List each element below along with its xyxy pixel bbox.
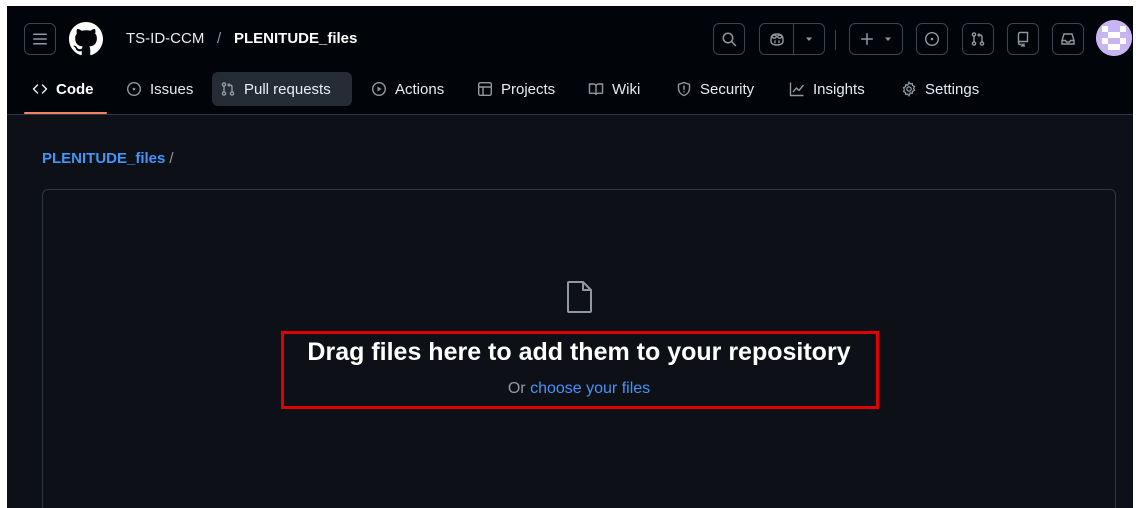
copilot-icon: [768, 31, 786, 47]
your-pull-requests-button[interactable]: [962, 23, 994, 55]
copilot-button-group: [759, 23, 825, 55]
drop-zone-subtitle: Or choose your files: [43, 380, 1115, 398]
your-issues-button[interactable]: [916, 23, 948, 55]
tab-label: Issues: [150, 80, 194, 98]
drop-zone-title: Drag files here to add them to your repo…: [307, 338, 851, 366]
menu-icon: [32, 31, 48, 47]
breadcrumb-repo-link[interactable]: PLENITUDE_files: [42, 150, 165, 167]
plus-icon: [859, 31, 875, 47]
search-icon: [721, 31, 737, 47]
create-new-button[interactable]: [849, 23, 903, 55]
repo-nav-tabs: Code Issues Pull requests Actions Projec…: [7, 70, 1133, 115]
repo-icon: [1015, 31, 1031, 47]
shield-icon: [676, 81, 692, 97]
repositories-button[interactable]: [1007, 23, 1039, 55]
tab-actions[interactable]: Actions: [363, 72, 452, 106]
tab-label: Insights: [813, 80, 865, 98]
tab-code[interactable]: Code: [24, 72, 102, 106]
tab-insights[interactable]: Insights: [781, 72, 873, 106]
code-icon: [32, 81, 48, 97]
git-pull-request-icon: [970, 31, 986, 47]
repo-name-link[interactable]: PLENITUDE_files: [234, 30, 357, 47]
inbox-icon: [1060, 31, 1076, 47]
top-bar: TS-ID-CCM / PLENITUDE_files: [7, 6, 1133, 70]
github-logo-icon[interactable]: [69, 22, 103, 56]
play-icon: [371, 81, 387, 97]
table-icon: [477, 81, 493, 97]
breadcrumb-separator: /: [169, 150, 174, 167]
book-icon: [588, 81, 604, 97]
chevron-down-icon: [804, 34, 814, 44]
tab-label: Settings: [925, 80, 980, 98]
tab-label: Actions: [395, 80, 445, 98]
gear-icon: [901, 81, 917, 97]
copilot-menu-button[interactable]: [794, 24, 824, 54]
tab-settings[interactable]: Settings: [893, 72, 987, 106]
file-icon: [565, 280, 595, 319]
copilot-button[interactable]: [760, 24, 793, 54]
tab-wiki[interactable]: Wiki: [580, 72, 648, 106]
active-tab-indicator: [24, 112, 107, 114]
app-header: TS-ID-CCM / PLENITUDE_files Code Issues …: [7, 6, 1133, 115]
tab-projects[interactable]: Projects: [469, 72, 563, 106]
toolbar-separator: [835, 30, 836, 50]
tab-security[interactable]: Security: [668, 72, 762, 106]
tab-label: Code: [56, 80, 94, 98]
tab-label: Projects: [501, 80, 556, 98]
issue-opened-icon: [924, 31, 940, 47]
tab-label: Wiki: [612, 80, 641, 98]
or-text: Or: [507, 380, 526, 397]
graph-icon: [789, 81, 805, 97]
breadcrumb: PLENITUDE_files /: [42, 150, 174, 167]
tab-label: Pull requests: [244, 80, 331, 98]
chevron-down-icon: [883, 34, 893, 44]
choose-files-link[interactable]: choose your files: [530, 380, 650, 397]
notifications-button[interactable]: [1052, 23, 1084, 55]
git-pull-request-icon: [220, 81, 236, 97]
github-window: TS-ID-CCM / PLENITUDE_files Code Issues …: [7, 6, 1133, 508]
path-separator: /: [217, 30, 222, 47]
search-button[interactable]: [713, 23, 745, 55]
avatar[interactable]: [1096, 20, 1132, 56]
menu-button[interactable]: [24, 23, 56, 55]
file-drop-zone[interactable]: Drag files here to add them to your repo…: [42, 189, 1116, 508]
owner-link[interactable]: TS-ID-CCM: [126, 30, 204, 47]
tab-issues[interactable]: Issues: [118, 72, 201, 106]
tab-pull-requests[interactable]: Pull requests: [212, 72, 352, 106]
issue-opened-icon: [126, 81, 142, 97]
tab-label: Security: [700, 80, 755, 98]
